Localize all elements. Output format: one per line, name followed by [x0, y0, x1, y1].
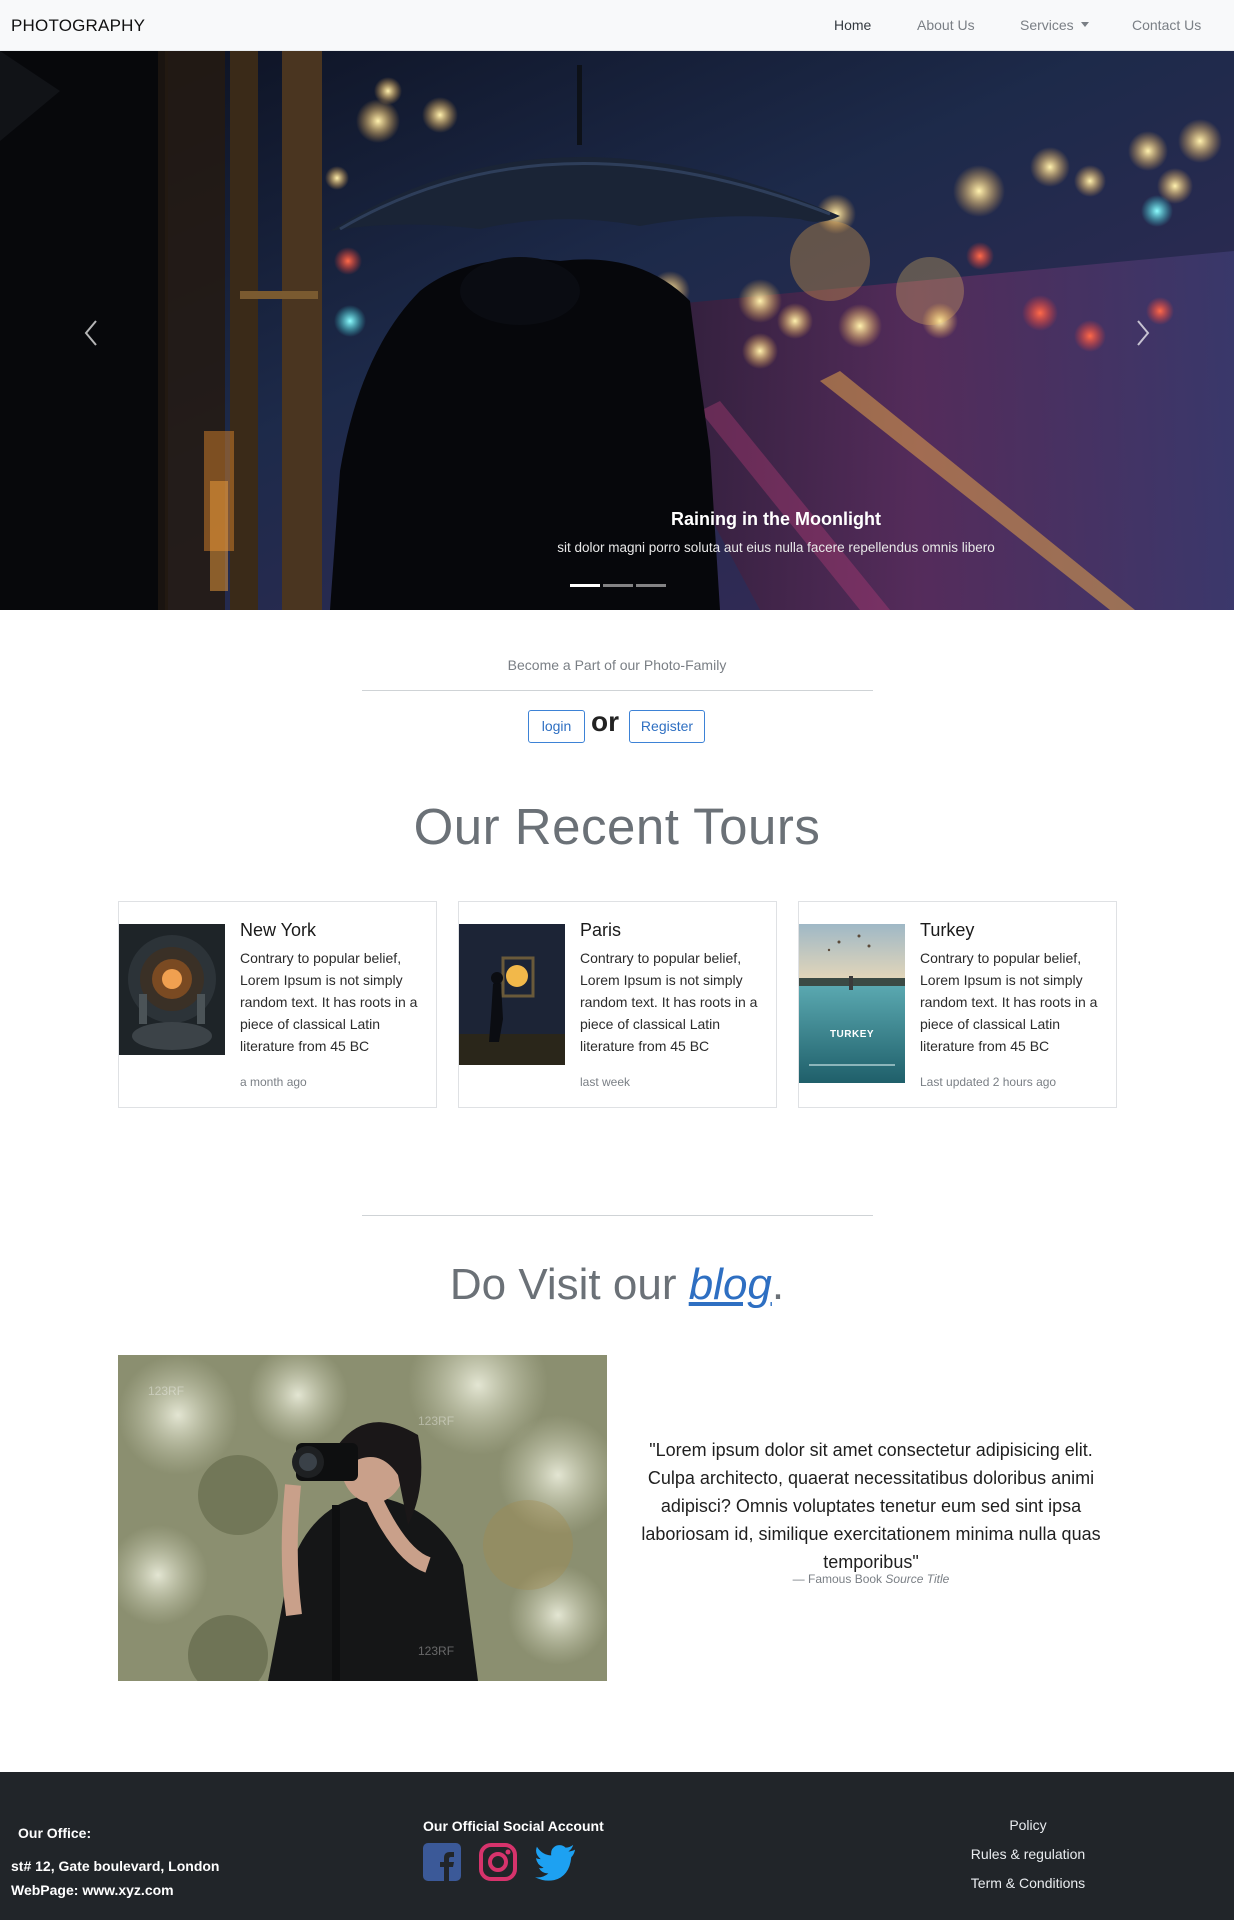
tour-thumb-new-york [119, 924, 225, 1055]
blog-heading: Do Visit our blog. [0, 1260, 1234, 1310]
quote-source-prefix: — Famous Book [792, 1572, 883, 1586]
tour-updated-time: a month ago [240, 1075, 307, 1089]
blog-quote: "Lorem ipsum dolor sit amet consectetur … [641, 1440, 1101, 1572]
tour-updated-time: Last updated 2 hours ago [920, 1075, 1057, 1089]
nav-services-dropdown[interactable]: Services [1020, 17, 1089, 33]
divider [362, 690, 873, 691]
tour-description: Contrary to popular belief, Lorem Ipsum … [920, 950, 1098, 1054]
twitter-icon[interactable] [535, 1841, 577, 1883]
blog-heading-prefix: Do Visit our [449, 1260, 689, 1309]
office-title: Our Office: [18, 1825, 92, 1841]
blog-heading-suffix: . [771, 1260, 785, 1309]
tour-card-new-york[interactable]: New York Contrary to popular belief, Lor… [118, 901, 437, 1108]
tour-thumb-turkey [799, 924, 905, 1083]
navbar: PHOTOGRAPHY Home About Us Services Conta… [0, 0, 1234, 51]
tour-card-turkey[interactable]: TURKEY Turkey Contrary to popular belief… [798, 901, 1117, 1108]
register-button[interactable]: Register [629, 710, 705, 743]
blog-photographer-image: 123RF 123RF 123RF [118, 1355, 607, 1681]
footer-link-terms[interactable]: Term & Conditions [900, 1875, 1156, 1891]
carousel-indicator-1[interactable] [570, 584, 600, 587]
carousel-indicator-2[interactable] [603, 584, 633, 587]
or-separator: or [591, 706, 619, 737]
office-webpage: WebPage: www.xyz.com [11, 1882, 174, 1898]
watermark: 123RF [418, 1644, 454, 1658]
brand-logo[interactable]: PHOTOGRAPHY [11, 16, 145, 36]
tour-title: Turkey [920, 920, 975, 940]
tour-description: Contrary to popular belief, Lorem Ipsum … [240, 950, 418, 1054]
nav-contact-us[interactable]: Contact Us [1132, 17, 1201, 33]
footer-link-policy[interactable]: Policy [900, 1817, 1156, 1833]
carousel-indicators [570, 584, 666, 588]
blog-link[interactable]: blog [689, 1260, 772, 1309]
footer-link-rules[interactable]: Rules & regulation [900, 1846, 1156, 1862]
footer: Our Office: st# 12, Gate boulevard, Lond… [0, 1772, 1234, 1920]
tour-title: Paris [580, 920, 622, 940]
nav-services-label: Services [1020, 17, 1074, 33]
login-button[interactable]: login [528, 710, 585, 743]
tour-thumb-label: TURKEY [829, 1029, 875, 1040]
carousel-indicator-3[interactable] [636, 584, 666, 587]
social-title: Our Official Social Account [423, 1818, 604, 1834]
join-tagline: Become a Part of our Photo-Family [507, 657, 727, 673]
divider [362, 1215, 873, 1216]
caret-down-icon [1080, 22, 1089, 27]
tour-thumb-paris [459, 924, 565, 1065]
instagram-icon[interactable] [477, 1841, 519, 1883]
tour-title: New York [240, 920, 317, 940]
nav-home[interactable]: Home [834, 17, 871, 33]
tour-card-paris[interactable]: Paris Contrary to popular belief, Lorem … [458, 901, 777, 1108]
facebook-icon[interactable] [421, 1841, 463, 1883]
hero-carousel: Raining in the Moonlight sit dolor magni… [0, 51, 1234, 610]
blog-quote-source: — Famous Book Source Title [633, 1572, 1109, 1586]
tours-heading: Our Recent Tours [413, 798, 821, 855]
office-address: st# 12, Gate boulevard, London [11, 1858, 220, 1874]
carousel-caption-title: Raining in the Moonlight [671, 509, 881, 529]
carousel-caption-text: sit dolor magni porro soluta aut eius nu… [557, 540, 995, 555]
nav-about-us[interactable]: About Us [917, 17, 975, 33]
tour-updated-time: last week [580, 1075, 631, 1089]
carousel-prev-button[interactable] [72, 313, 112, 353]
carousel-next-button[interactable] [1122, 313, 1162, 353]
tour-description: Contrary to popular belief, Lorem Ipsum … [580, 950, 758, 1054]
watermark: 123RF [418, 1414, 454, 1428]
watermark: 123RF [148, 1384, 184, 1398]
quote-source-title: Source Title [885, 1572, 950, 1586]
